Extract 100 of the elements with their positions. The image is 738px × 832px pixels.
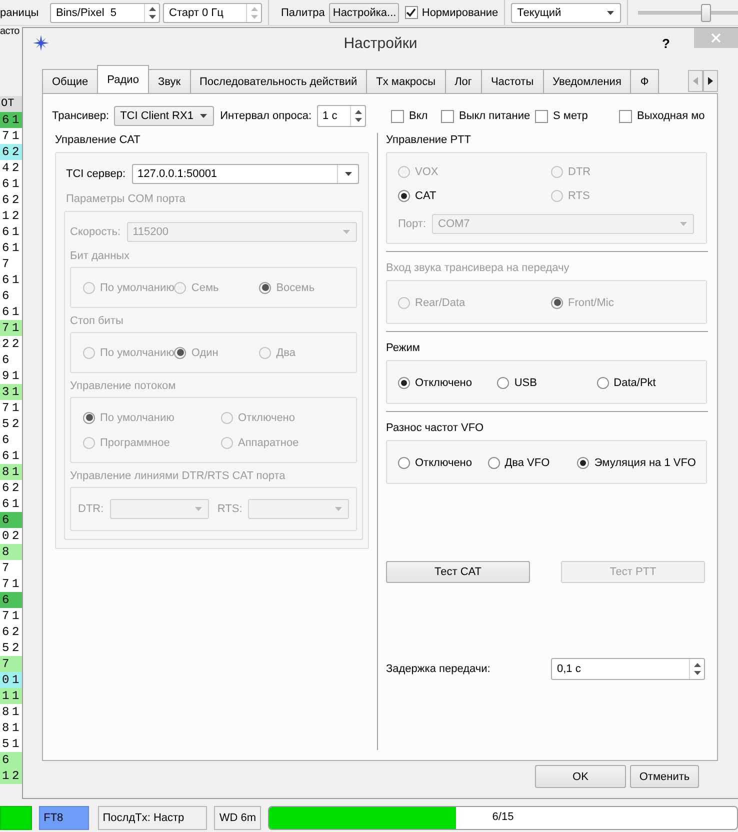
spin-box[interactable]: 1 с: [316, 105, 366, 127]
table-cell-text: 7: [1, 401, 10, 415]
caret-icon: [344, 172, 352, 176]
table-cell-text: 2: [12, 209, 20, 223]
radio-option[interactable]: Два VFO: [488, 456, 578, 468]
spin-box[interactable]: Старт 0 Гц: [163, 2, 262, 22]
tab[interactable]: Уведомления: [542, 69, 632, 93]
left-arrow-icon: [693, 77, 698, 85]
table-cell-text: 2: [12, 337, 20, 351]
table-cell-text: 9: [1, 369, 10, 383]
table-cell-text: 2: [12, 161, 20, 175]
checkbox[interactable]: S метр: [535, 110, 619, 122]
table-cell-text: 7: [1, 321, 10, 335]
test-button[interactable]: Тест CAT: [386, 561, 530, 583]
slider-thumb[interactable]: [701, 4, 712, 22]
cancel-button[interactable]: Отменить: [630, 765, 699, 788]
label: TCI сервер:: [66, 168, 126, 180]
table-cell-text: 1: [12, 577, 20, 591]
spin-box[interactable]: 0,1 с: [551, 658, 705, 680]
ok-button[interactable]: OK: [535, 765, 626, 788]
tab[interactable]: Лог: [444, 69, 482, 93]
table-cell-text: 6: [1, 273, 10, 287]
table-cell-text: 1: [12, 241, 20, 255]
dropdown[interactable]: 127.0.0.1:50001: [132, 164, 359, 184]
table-cell-text: 8: [1, 721, 10, 735]
spin-arrows-icon: [148, 4, 156, 20]
spin-box[interactable]: Bins/Pixel 5: [50, 2, 160, 22]
group-title: Режим: [386, 341, 421, 355]
tab[interactable]: Последовательность действий: [190, 69, 368, 93]
table-cell-text: 5: [1, 417, 10, 431]
app-icon: [33, 35, 49, 51]
checkbox[interactable]: Нормирование: [404, 6, 498, 19]
radio-option[interactable]: CAT: [398, 190, 551, 202]
table-cell-text: 6: [1, 193, 10, 207]
table-cell-text: 6: [1, 353, 10, 367]
scroll-right-button[interactable]: [703, 70, 718, 92]
radio-option[interactable]: USB: [497, 376, 597, 388]
table-cell-text: 1: [12, 401, 20, 415]
checkbox[interactable]: Выходная мо: [619, 110, 711, 122]
tab[interactable]: Общие: [42, 69, 98, 93]
table-cell-text: 6: [1, 625, 10, 639]
table-cell-text: 6: [1, 497, 10, 511]
table-cell-text: 7: [1, 561, 10, 575]
group-title: Разнос частот VFO: [386, 421, 485, 435]
table-cell-text: 1: [12, 705, 20, 719]
table-cell-text: 2: [12, 417, 20, 431]
close-button[interactable]: [694, 28, 738, 48]
mode-label: FT8: [38, 806, 89, 830]
tab[interactable]: Радио: [97, 65, 149, 93]
settings-button[interactable]: Настройка...: [328, 2, 399, 22]
table-cell-text: 1: [12, 177, 20, 191]
label: Интервал опроса:: [220, 110, 312, 122]
help-button[interactable]: ?: [662, 36, 670, 50]
radio-option[interactable]: Отключено: [398, 456, 488, 468]
table-cell-text: 6: [1, 289, 10, 303]
dropdown[interactable]: TCI Client RX1: [114, 106, 214, 126]
table-cell-text: 8: [1, 465, 10, 479]
spin-arrows-icon: [692, 661, 702, 677]
table-cell-text: 1: [12, 369, 20, 383]
table-cell-text: 7: [1, 129, 10, 143]
table-cell-text: 2: [12, 769, 20, 783]
group-title: Параметры COM порта: [66, 192, 186, 206]
checkbox[interactable]: Выкл питание: [441, 110, 535, 122]
table-cell-text: 6: [1, 449, 10, 463]
caret-icon: [200, 114, 207, 118]
table-cell-text: 6: [1, 225, 10, 239]
table-cell-text: 1: [12, 737, 20, 751]
table-cell-text: 1: [1, 689, 10, 703]
close-icon: [711, 33, 721, 43]
group-title: Управление потоком: [70, 379, 177, 393]
radio-option[interactable]: Data/Pkt: [596, 376, 696, 388]
table-cell-text: 2: [12, 481, 20, 495]
table-cell-text: 0: [1, 673, 10, 687]
table-cell-text: 1: [12, 673, 20, 687]
tab[interactable]: Частоты: [480, 69, 544, 93]
check-icon: [406, 8, 416, 17]
table-cell-text: 1: [12, 497, 20, 511]
label: Порт:: [398, 218, 426, 230]
caret-icon: [342, 230, 350, 234]
right-arrow-icon: [708, 77, 713, 85]
label: раницы: [0, 6, 40, 18]
tab[interactable]: Звук: [148, 69, 191, 93]
label: Трансивер:: [52, 110, 110, 122]
label: Палитра: [281, 6, 325, 18]
caret-icon: [334, 507, 342, 511]
radio-option[interactable]: Отключено: [398, 376, 498, 388]
table-cell-text: 2: [12, 145, 20, 159]
tab[interactable]: Ф: [630, 69, 659, 93]
table-cell-text: 7: [1, 257, 10, 271]
radio-option[interactable]: Эмуляция на 1 VFO: [577, 456, 696, 468]
dropdown[interactable]: Текущий: [511, 2, 622, 22]
table-cell-text: 2: [12, 529, 20, 543]
checkbox[interactable]: Вкл: [391, 110, 441, 122]
caret-icon: [194, 507, 202, 511]
table-cell-text: 5: [1, 737, 10, 751]
tab[interactable]: Tx макросы: [366, 69, 446, 93]
table-cell-text: 2: [12, 625, 20, 639]
caret-icon: [680, 222, 686, 226]
table-cell-text: 2: [1, 337, 10, 351]
table-cell-text: 8: [1, 705, 10, 719]
